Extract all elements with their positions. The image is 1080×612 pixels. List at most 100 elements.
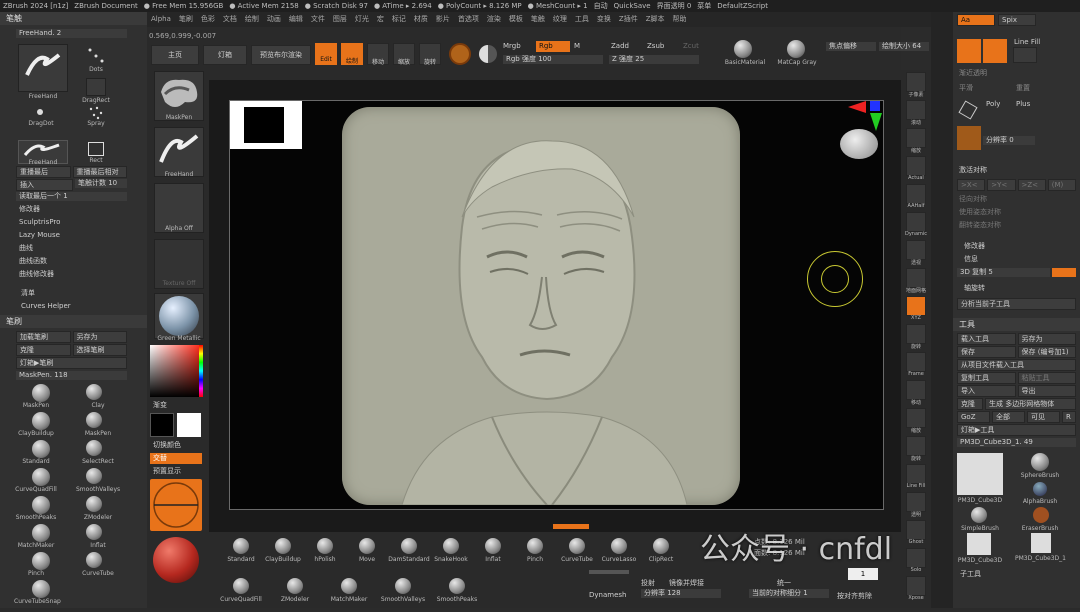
bottom-brush-icon[interactable] — [341, 578, 357, 594]
menu-item[interactable]: 灯光 — [351, 12, 373, 27]
home-button[interactable]: 主页 — [151, 45, 199, 65]
document-canvas[interactable] — [229, 100, 884, 510]
shelf-button[interactable] — [906, 128, 926, 148]
zadd-button[interactable]: Zadd — [611, 42, 629, 50]
aa-button[interactable]: Aa — [957, 14, 995, 26]
menu-item[interactable]: 文档 — [219, 12, 241, 27]
goz-visible-button[interactable]: 可见 — [1027, 411, 1060, 423]
menu-item[interactable]: 图层 — [329, 12, 351, 27]
shelf-button[interactable] — [906, 184, 926, 204]
bottom-brush-icon[interactable] — [401, 538, 417, 554]
import-button[interactable]: 导入 — [957, 385, 1016, 397]
lightbox-brush-button[interactable]: 灯箱▶笔刷 — [16, 357, 127, 369]
symmetry-header[interactable]: 激活对称 — [956, 165, 1080, 176]
scale-button[interactable]: 缩放 — [393, 43, 415, 66]
poly-label[interactable]: Poly — [983, 99, 1000, 110]
basic-material-ball[interactable] — [734, 40, 752, 58]
preview-bool-button[interactable]: 预览布尔渲染 — [251, 45, 311, 65]
goz-r-button[interactable]: R — [1062, 411, 1076, 423]
tool-header[interactable]: 工具 — [953, 318, 1080, 331]
preset-display-label[interactable]: 预置显示 — [150, 466, 181, 477]
brush-icon[interactable] — [86, 496, 102, 512]
floor-icon[interactable] — [983, 39, 1007, 63]
bottom-brush-icon[interactable] — [569, 538, 585, 554]
shelf-button[interactable] — [906, 100, 926, 120]
shelf-button[interactable] — [906, 576, 926, 596]
dragrect-icon[interactable] — [86, 78, 106, 96]
goz-button[interactable]: GoZ — [957, 411, 990, 423]
stroke-name[interactable]: FreeHand. 2 — [16, 29, 127, 38]
read-last-slider[interactable]: 读取最后一个 1 — [16, 192, 127, 201]
bottom-brush-icon[interactable] — [359, 538, 375, 554]
brush-icon[interactable] — [32, 496, 50, 514]
load-tool-button[interactable]: 载入工具 — [957, 333, 1016, 345]
navigation-cube-icon[interactable] — [840, 129, 878, 159]
hue-strip[interactable] — [199, 345, 203, 397]
make-polymesh-button[interactable]: 生成 多边形网格物体 — [985, 398, 1076, 410]
bottom-brush-icon[interactable] — [653, 538, 669, 554]
stroke-header[interactable]: 笔触 — [0, 12, 147, 25]
zcut-button[interactable]: Zcut — [683, 42, 699, 50]
menu-item[interactable]: 编辑 — [285, 12, 307, 27]
brush-icon[interactable] — [32, 552, 50, 570]
stroke-freehand-tile[interactable] — [18, 44, 68, 92]
rgb-button[interactable]: Rgb — [536, 41, 570, 52]
smooth-label[interactable]: 平滑 — [956, 83, 973, 94]
bottom-brush-icon[interactable] — [449, 578, 465, 594]
brush-icon[interactable] — [32, 468, 50, 486]
shelf-button[interactable] — [906, 156, 926, 176]
edit-button[interactable]: Edit — [315, 43, 337, 65]
bottom-scroll[interactable] — [589, 570, 629, 574]
tool-name[interactable]: PM3D_Cube3D_1. 49 — [957, 438, 1076, 447]
lazy-mouse-item[interactable]: Lazy Mouse — [16, 230, 127, 241]
cube-icon[interactable] — [958, 100, 978, 120]
m-button[interactable]: M — [574, 42, 580, 50]
pose-sym[interactable]: 使用姿态对称 — [956, 207, 1080, 218]
unify-button[interactable]: 统一 — [777, 578, 791, 588]
menu-item[interactable]: 首选项 — [454, 12, 483, 27]
load-from-project-button[interactable]: 从项目文件载入工具 — [957, 359, 1076, 371]
shelf-button[interactable] — [906, 408, 926, 428]
persp-icon[interactable] — [957, 39, 981, 63]
clone-brush-button[interactable]: 克隆 — [16, 344, 71, 356]
shelf-button[interactable] — [906, 380, 926, 400]
brush-icon[interactable] — [86, 552, 102, 568]
sym-x[interactable]: >X< — [957, 179, 986, 191]
modify-icon[interactable] — [957, 126, 981, 150]
stroke-freehand-small[interactable]: FreeHand — [18, 140, 68, 166]
switch-color-label[interactable]: 切换颜色 — [150, 440, 181, 451]
bottom-brush-icon[interactable] — [395, 578, 411, 594]
replay-last-rel-button[interactable]: 重播最后相对 — [72, 166, 127, 178]
brush-icon[interactable] — [86, 468, 102, 484]
menu-item[interactable]: 动画 — [263, 12, 285, 27]
brush-icon[interactable] — [86, 412, 102, 428]
title-bar-item[interactable]: 界面透明 0 — [654, 0, 695, 12]
menu-item[interactable]: 绘制 — [241, 12, 263, 27]
line-fill-button[interactable] — [1013, 47, 1037, 63]
copy3d-slider[interactable]: 3D 复制 5 — [957, 268, 1050, 277]
bottom-brush-icon[interactable] — [287, 578, 303, 594]
menu-item[interactable]: 影片 — [432, 12, 454, 27]
menu-item[interactable]: 色彩 — [197, 12, 219, 27]
menu-item[interactable]: 纹理 — [549, 12, 571, 27]
bottom-brush-icon[interactable] — [527, 538, 543, 554]
main-color-swatch[interactable] — [150, 413, 174, 437]
draw-size-dial[interactable] — [150, 479, 202, 531]
resolution-slider-bottom[interactable]: 分辨率 128 — [641, 589, 721, 598]
brush-icon[interactable] — [32, 524, 50, 542]
symmetry-subdiv-slider[interactable]: 当前的对称细分 1 — [749, 589, 829, 598]
shelf-button[interactable] — [906, 464, 926, 484]
brush-header[interactable]: 笔刷 — [0, 315, 147, 328]
brush-icon[interactable] — [86, 440, 102, 456]
bottom-brush-icon[interactable] — [611, 538, 627, 554]
bottom-brush-icon[interactable] — [233, 538, 249, 554]
brush-icon[interactable] — [86, 384, 102, 400]
title-bar-item[interactable]: QuickSave — [611, 0, 654, 12]
bottom-brush-icon[interactable] — [443, 538, 459, 554]
gyro-icon[interactable] — [449, 43, 471, 65]
rect-icon[interactable] — [88, 142, 104, 156]
curve-functions-item[interactable]: 曲线函数 — [16, 256, 127, 267]
brush-icon[interactable] — [32, 440, 50, 458]
matcap-gray-ball[interactable] — [787, 40, 805, 58]
freehand-tile[interactable] — [154, 127, 204, 177]
